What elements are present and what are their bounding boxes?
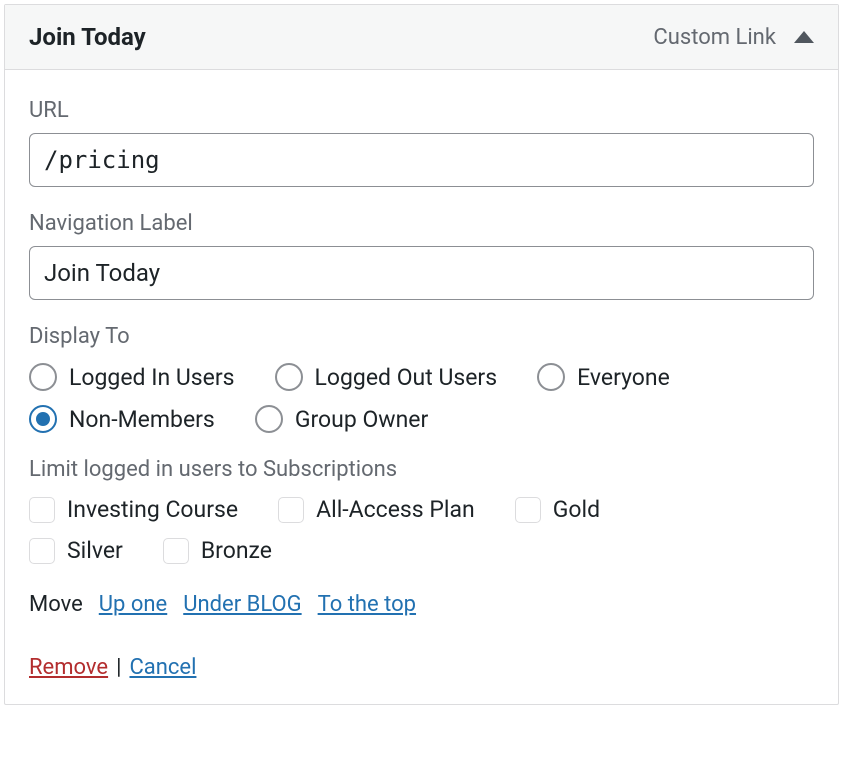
checkbox-label: Investing Course <box>67 496 238 523</box>
remove-link[interactable]: Remove <box>29 655 108 680</box>
radio-group-owner[interactable]: Group Owner <box>255 405 428 433</box>
radio-label: Non-Members <box>69 406 215 433</box>
radio-icon <box>29 363 57 391</box>
limit-subscriptions-section: Limit logged in users to Subscriptions I… <box>29 457 814 564</box>
radio-label: Group Owner <box>295 406 428 433</box>
radio-icon <box>255 405 283 433</box>
url-label: URL <box>29 98 814 123</box>
checkbox-all-access-plan[interactable]: All-Access Plan <box>278 496 475 523</box>
checkbox-label: Bronze <box>201 537 272 564</box>
checkbox-icon <box>29 497 55 523</box>
display-to-heading: Display To <box>29 324 814 349</box>
checkbox-gold[interactable]: Gold <box>515 496 600 523</box>
radio-label: Logged In Users <box>69 364 235 391</box>
cancel-link[interactable]: Cancel <box>129 655 196 680</box>
checkbox-investing-course[interactable]: Investing Course <box>29 496 238 523</box>
panel-header[interactable]: Join Today Custom Link <box>5 5 838 70</box>
move-up-one-link[interactable]: Up one <box>99 592 167 617</box>
radio-non-members[interactable]: Non-Members <box>29 405 215 433</box>
nav-label-input[interactable] <box>29 246 814 300</box>
move-under-blog-link[interactable]: Under BLOG <box>183 592 301 617</box>
radio-dot-icon <box>36 412 50 426</box>
checkbox-label: Gold <box>553 496 600 523</box>
checkbox-bronze[interactable]: Bronze <box>163 537 272 564</box>
url-input[interactable] <box>29 133 814 187</box>
display-to-radio-row-2: Non-Members Group Owner <box>29 405 814 433</box>
checkbox-label: Silver <box>67 537 123 564</box>
move-to-top-link[interactable]: To the top <box>318 592 416 617</box>
separator: | <box>116 655 121 680</box>
menu-item-panel: Join Today Custom Link URL Navigation La… <box>4 4 839 705</box>
panel-header-right: Custom Link <box>653 25 814 50</box>
collapse-up-icon[interactable] <box>794 31 814 43</box>
radio-label: Logged Out Users <box>315 364 498 391</box>
checkbox-label: All-Access Plan <box>316 496 475 523</box>
checkbox-icon <box>515 497 541 523</box>
panel-body: URL Navigation Label Display To Logged I… <box>5 70 838 704</box>
checkbox-icon <box>29 538 55 564</box>
nav-label-field-group: Navigation Label <box>29 211 814 300</box>
limit-check-row-2: Silver Bronze <box>29 537 814 564</box>
radio-logged-out-users[interactable]: Logged Out Users <box>275 363 498 391</box>
actions-row: Remove | Cancel <box>29 655 814 680</box>
limit-check-row-1: Investing Course All-Access Plan Gold <box>29 496 814 523</box>
panel-title: Join Today <box>29 23 146 51</box>
checkbox-icon <box>278 497 304 523</box>
radio-label: Everyone <box>577 364 670 391</box>
move-label: Move <box>29 592 83 617</box>
move-row: Move Up one Under BLOG To the top <box>29 592 814 617</box>
radio-icon <box>275 363 303 391</box>
radio-icon <box>537 363 565 391</box>
display-to-section: Display To Logged In Users Logged Out Us… <box>29 324 814 433</box>
radio-icon <box>29 405 57 433</box>
url-field-group: URL <box>29 98 814 187</box>
nav-label-label: Navigation Label <box>29 211 814 236</box>
display-to-radio-row-1: Logged In Users Logged Out Users Everyon… <box>29 363 814 391</box>
checkbox-icon <box>163 538 189 564</box>
limit-heading: Limit logged in users to Subscriptions <box>29 457 814 482</box>
radio-everyone[interactable]: Everyone <box>537 363 670 391</box>
radio-logged-in-users[interactable]: Logged In Users <box>29 363 235 391</box>
menu-item-type-label: Custom Link <box>653 25 776 50</box>
checkbox-silver[interactable]: Silver <box>29 537 123 564</box>
